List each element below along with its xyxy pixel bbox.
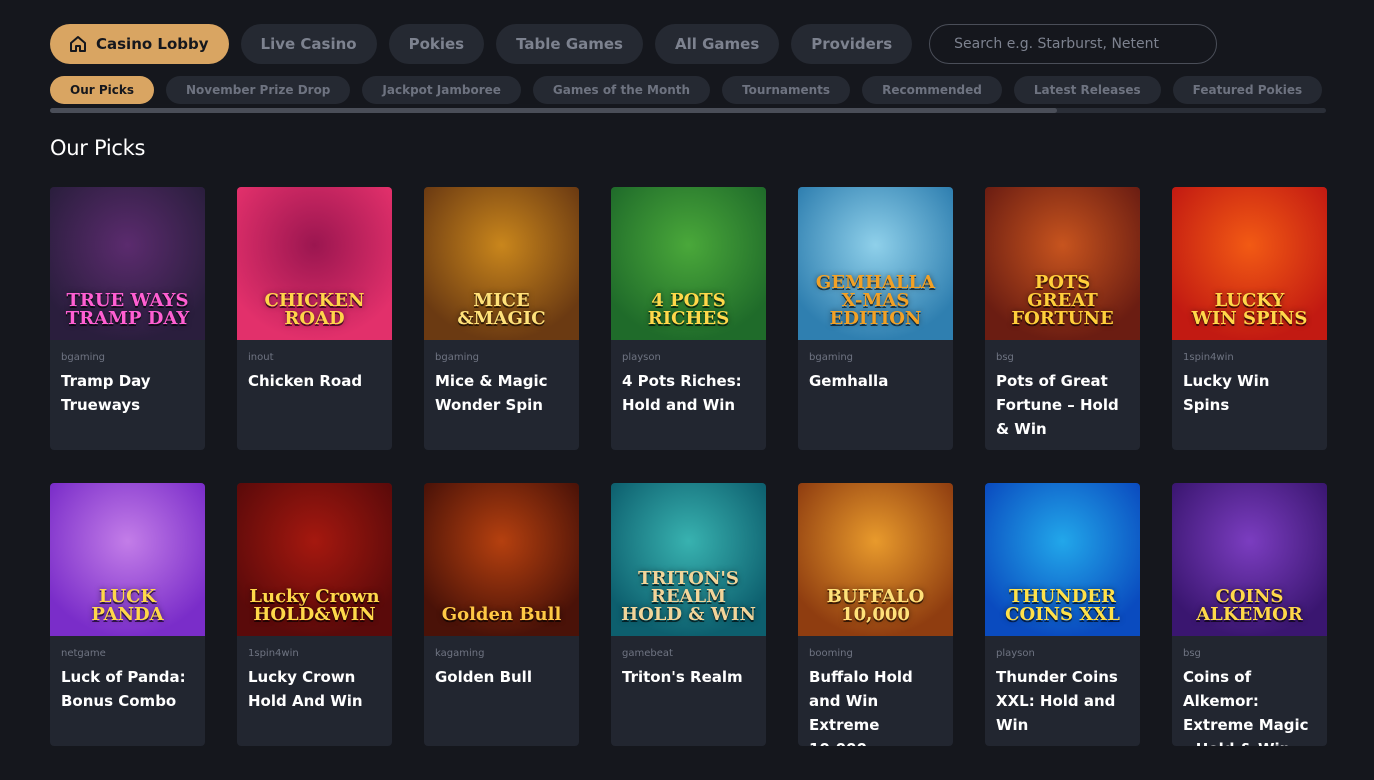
game-provider: netgame	[61, 648, 106, 659]
game-grid: TRUE WAYS TRAMP DAY bgaming Tramp Day True…	[50, 187, 1327, 746]
game-title[interactable]: Thunder Coins XXL: Hold and Win	[996, 665, 1129, 737]
tabs-scrollbar-thumb[interactable]	[50, 108, 1057, 113]
game-art-title: Golden Bull	[441, 604, 562, 625]
game-art-title: 4 POTS RICHES	[647, 290, 730, 329]
top-nav: Casino Lobby Live Casino Pokies Table Ga…	[50, 24, 1218, 64]
game-card[interactable]: CHICKEN ROAD inout Chicken Road	[237, 187, 392, 450]
tab-jackpot-jamboree[interactable]: Jackpot Jamboree	[362, 76, 521, 104]
game-art-title: LUCK PANDA	[91, 586, 164, 625]
game-card[interactable]: LUCKY WIN SPINS 1spin4win Lucky Win Spins	[1172, 187, 1327, 450]
game-art-title: CHICKEN ROAD	[264, 290, 365, 329]
game-thumbnail[interactable]: 4 POTS RICHES	[611, 187, 766, 340]
game-title[interactable]: Mice & Magic Wonder Spin	[435, 369, 568, 417]
game-provider: bsg	[996, 352, 1014, 363]
nav-label: Casino Lobby	[96, 35, 209, 53]
game-card[interactable]: BUFFALO 10,000 booming Buffalo Hold and Wi…	[798, 483, 953, 746]
home-icon	[68, 34, 88, 54]
game-art-title: POTS GREAT FORTUNE	[1011, 272, 1114, 329]
game-title[interactable]: Pots of Great Fortune – Hold & Win	[996, 369, 1129, 441]
game-card[interactable]: MICE &MAGIC bgaming Mice & Magic Wonder Sp…	[424, 187, 579, 450]
game-card[interactable]: THUNDER COINS XXL playson Thunder Coins XX…	[985, 483, 1140, 746]
game-thumbnail[interactable]: COINS ALKEMOR	[1172, 483, 1327, 636]
game-card[interactable]: LUCK PANDA netgame Luck of Panda: Bonus Co…	[50, 483, 205, 746]
game-thumbnail[interactable]: LUCK PANDA	[50, 483, 205, 636]
game-art-title: BUFFALO 10,000	[826, 586, 925, 625]
tab-latest-releases[interactable]: Latest Releases	[1013, 76, 1161, 104]
tab-tournaments[interactable]: Tournaments	[722, 76, 851, 104]
game-art-title: THUNDER COINS XXL	[1005, 586, 1120, 625]
category-tabs: Our Picks November Prize Drop Jackpot Ja…	[50, 76, 1323, 104]
game-art-title: Lucky Crown HOLD&WIN	[249, 586, 380, 625]
game-title[interactable]: Golden Bull	[435, 665, 568, 689]
tab-november-prize-drop[interactable]: November Prize Drop	[165, 76, 351, 104]
game-title[interactable]: Lucky Win Spins	[1183, 369, 1316, 417]
nav-label: All Games	[675, 35, 760, 53]
nav-label: Table Games	[516, 35, 623, 53]
nav-live-casino[interactable]: Live Casino	[240, 24, 377, 64]
game-art-title: TRITON'S REALM HOLD & WIN	[621, 568, 756, 625]
game-card[interactable]: Lucky Crown HOLD&WIN 1spin4win Lucky Crown…	[237, 483, 392, 746]
game-provider: gamebeat	[622, 648, 673, 659]
game-card[interactable]: TRITON'S REALM HOLD & WIN gamebeat Triton'…	[611, 483, 766, 746]
nav-label: Live Casino	[260, 35, 357, 53]
game-art-title: MICE &MAGIC	[457, 290, 546, 329]
nav-table-games[interactable]: Table Games	[496, 24, 643, 64]
game-thumbnail[interactable]: CHICKEN ROAD	[237, 187, 392, 340]
game-provider: inout	[248, 352, 274, 363]
search-input[interactable]: Search e.g. Starburst, Netent	[929, 24, 1218, 64]
game-thumbnail[interactable]: THUNDER COINS XXL	[985, 483, 1140, 636]
game-provider: 1spin4win	[248, 648, 299, 659]
game-art-title: COINS ALKEMOR	[1196, 586, 1303, 625]
game-title[interactable]: Lucky Crown Hold And Win	[248, 665, 381, 713]
game-thumbnail[interactable]: Lucky Crown HOLD&WIN	[237, 483, 392, 636]
game-art-title: LUCKY WIN SPINS	[1191, 290, 1308, 329]
game-thumbnail[interactable]: GEMHALLA X-MAS EDITION	[798, 187, 953, 340]
section-title: Our Picks	[50, 136, 146, 160]
game-thumbnail[interactable]: BUFFALO 10,000	[798, 483, 953, 636]
game-title[interactable]: Chicken Road	[248, 369, 381, 393]
game-provider: bgaming	[809, 352, 854, 363]
nav-providers[interactable]: Providers	[791, 24, 913, 64]
game-art-title: GEMHALLA X-MAS EDITION	[815, 272, 936, 329]
game-thumbnail[interactable]: Golden Bull	[424, 483, 579, 636]
game-thumbnail[interactable]: TRUE WAYS TRAMP DAY	[50, 187, 205, 340]
game-title[interactable]: Tramp Day Trueways	[61, 369, 194, 417]
game-title[interactable]: Coins of Alkemor: Extreme Magic – Hold &…	[1183, 665, 1316, 746]
game-title[interactable]: Luck of Panda: Bonus Combo	[61, 665, 194, 713]
game-provider: 1spin4win	[1183, 352, 1234, 363]
game-title[interactable]: Gemhalla	[809, 369, 942, 393]
game-provider: kagaming	[435, 648, 485, 659]
game-art-title: TRUE WAYS TRAMP DAY	[65, 290, 190, 329]
search-placeholder: Search e.g. Starburst, Netent	[954, 36, 1159, 52]
game-title[interactable]: Buffalo Hold and Win Extreme 10,000	[809, 665, 942, 746]
game-thumbnail[interactable]: LUCKY WIN SPINS	[1172, 187, 1327, 340]
game-card[interactable]: GEMHALLA X-MAS EDITION bgaming Gemhalla	[798, 187, 953, 450]
game-card[interactable]: Golden Bull kagaming Golden Bull	[424, 483, 579, 746]
tabs-scrollbar[interactable]	[50, 108, 1326, 113]
nav-casino-lobby[interactable]: Casino Lobby	[50, 24, 229, 64]
game-card[interactable]: 4 POTS RICHES playson 4 Pots Riches: Hold …	[611, 187, 766, 450]
nav-label: Pokies	[408, 35, 465, 53]
game-provider: playson	[996, 648, 1035, 659]
game-thumbnail[interactable]: TRITON'S REALM HOLD & WIN	[611, 483, 766, 636]
game-thumbnail[interactable]: MICE &MAGIC	[424, 187, 579, 340]
nav-pokies[interactable]: Pokies	[388, 24, 485, 64]
nav-all-games[interactable]: All Games	[655, 24, 780, 64]
game-card[interactable]: POTS GREAT FORTUNE bsg Pots of Great Fortu…	[985, 187, 1140, 450]
tab-games-of-the-month[interactable]: Games of the Month	[532, 76, 711, 104]
game-title[interactable]: 4 Pots Riches: Hold and Win	[622, 369, 755, 417]
tab-featured-pokies[interactable]: Featured Pokies	[1172, 76, 1323, 104]
tab-recommended[interactable]: Recommended	[862, 76, 1002, 104]
game-title[interactable]: Triton's Realm	[622, 665, 755, 689]
tab-our-picks[interactable]: Our Picks	[50, 76, 154, 104]
game-card[interactable]: TRUE WAYS TRAMP DAY bgaming Tramp Day True…	[50, 187, 205, 450]
game-provider: playson	[622, 352, 661, 363]
nav-label: Providers	[811, 35, 893, 53]
game-provider: bgaming	[435, 352, 480, 363]
game-thumbnail[interactable]: POTS GREAT FORTUNE	[985, 187, 1140, 340]
game-card[interactable]: COINS ALKEMOR bsg Coins of Alkemor: Extrem…	[1172, 483, 1327, 746]
game-provider: bgaming	[61, 352, 106, 363]
game-provider: bsg	[1183, 648, 1201, 659]
game-provider: booming	[809, 648, 853, 659]
